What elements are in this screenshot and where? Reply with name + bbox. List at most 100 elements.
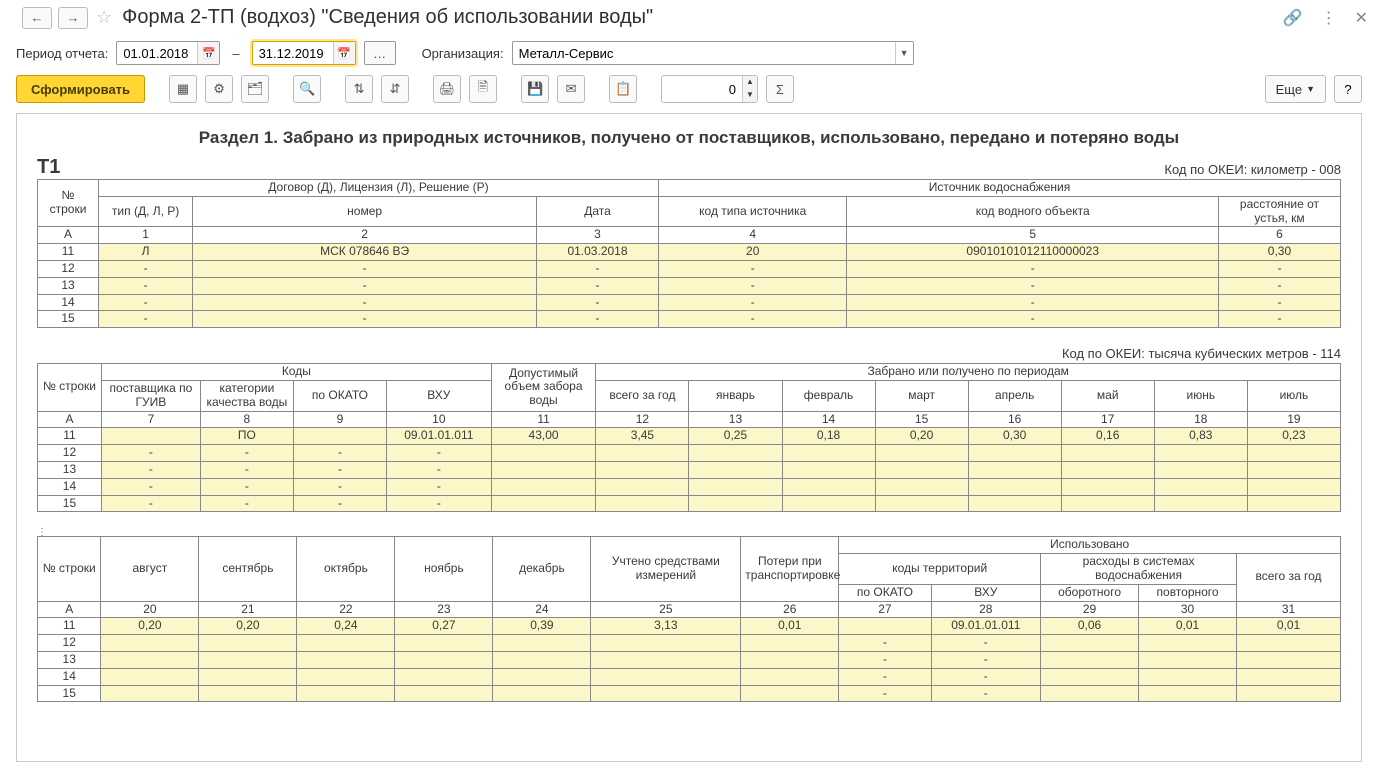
hdr-apr: апрель — [968, 380, 1061, 411]
search-icon[interactable]: 🔍 — [293, 75, 321, 103]
table-row[interactable]: 14---- — [38, 478, 1341, 495]
expand-icon[interactable]: ⇅ — [345, 75, 373, 103]
table-icon[interactable]: ▦ — [169, 75, 197, 103]
close-icon[interactable]: ✕ — [1355, 8, 1368, 28]
table-row[interactable]: 13------ — [38, 277, 1341, 294]
collapse-icon[interactable]: ⇵ — [381, 75, 409, 103]
hdr-mar: март — [875, 380, 968, 411]
hdr-jun: июнь — [1154, 380, 1247, 411]
date-to-input[interactable] — [253, 46, 333, 61]
table-row[interactable]: 11ПО09.01.01.01143,003,450,250,180,200,3… — [38, 428, 1341, 445]
hdr-may: май — [1061, 380, 1154, 411]
okei-2: Код по ОКЕИ: тысяча кубических метров - … — [37, 346, 1341, 361]
hdr-loss: Потери при транспортировке — [741, 537, 839, 601]
calendar-icon[interactable]: 📅 — [197, 42, 219, 64]
hdr-oct: октябрь — [297, 537, 395, 601]
hdr-supplier: поставщика по ГУИВ — [101, 380, 200, 411]
settings-icon[interactable]: ⚙ — [205, 75, 233, 103]
hdr-source: Источник водоснабжения — [658, 180, 1340, 197]
hdr-total: всего за год — [1237, 554, 1341, 601]
hdr-codes: Коды — [101, 364, 491, 381]
hdr-rownum: № строки — [38, 364, 102, 411]
period-picker-button[interactable]: … — [364, 41, 396, 65]
table-1: № строки Договор (Д), Лицензия (Л), Реше… — [37, 179, 1341, 328]
table-row[interactable]: 12-- — [38, 635, 1341, 652]
preview-icon[interactable]: 🗎 — [469, 75, 497, 103]
date-from-field[interactable]: 📅 — [116, 41, 220, 65]
hdr-rownum: № строки — [38, 537, 101, 601]
hdr-measured: Учтено средствами измерений — [591, 537, 741, 601]
table-2: № строки Коды Допустимый объем забора во… — [37, 363, 1341, 512]
favorite-icon[interactable]: ☆ — [96, 7, 112, 28]
okei-1: Код по ОКЕИ: километр - 008 — [1164, 162, 1341, 177]
section-title: Раздел 1. Забрано из природных источнико… — [37, 124, 1341, 156]
table-row[interactable]: 14-- — [38, 668, 1341, 685]
table-code-t1: Т1 — [37, 156, 60, 179]
table-row[interactable]: 13---- — [38, 461, 1341, 478]
hdr-okato: по ОКАТО — [839, 584, 931, 601]
table-row[interactable]: 14------ — [38, 294, 1341, 311]
save-icon[interactable]: 💾 — [521, 75, 549, 103]
col-numbers-row: A 2021 2223 2425 2627 2829 3031 — [38, 601, 1341, 618]
spin-field[interactable]: ▲▼ — [661, 75, 758, 103]
hdr-aug: август — [101, 537, 199, 601]
table-row[interactable]: 12---- — [38, 445, 1341, 462]
more-button[interactable]: Еще▼ — [1265, 75, 1326, 103]
hdr-received: Забрано или получено по периодам — [596, 364, 1341, 381]
hdr-used: Использовано — [839, 537, 1341, 554]
table-row[interactable]: 13-- — [38, 651, 1341, 668]
variants-icon[interactable]: 🗂 — [241, 75, 269, 103]
hdr-number: номер — [193, 196, 537, 227]
hdr-turn: оборотного — [1041, 584, 1139, 601]
hdr-date: Дата — [537, 196, 659, 227]
hdr-srccode: код типа источника — [658, 196, 847, 227]
org-input[interactable] — [513, 46, 895, 61]
table-row[interactable]: 15------ — [38, 311, 1341, 328]
hdr-jan: январь — [689, 380, 782, 411]
sigma-icon[interactable]: Σ — [766, 75, 794, 103]
hdr-okato: по ОКАТО — [293, 380, 386, 411]
help-button[interactable]: ? — [1334, 75, 1362, 103]
hdr-jul: июль — [1247, 380, 1340, 411]
table-row[interactable]: 15---- — [38, 495, 1341, 512]
chevron-down-icon[interactable]: ▼ — [895, 42, 913, 64]
table-row[interactable]: 15-- — [38, 685, 1341, 702]
date-to-field[interactable]: 📅 — [252, 41, 356, 65]
spin-up[interactable]: ▲ — [743, 76, 757, 89]
hdr-terr: коды территорий — [839, 554, 1041, 585]
period-dash: – — [232, 46, 239, 61]
nav-back-button[interactable]: ← — [22, 7, 52, 29]
spin-input[interactable] — [662, 82, 742, 97]
generate-button[interactable]: Сформировать — [16, 75, 145, 103]
period-label: Период отчета: — [16, 46, 108, 61]
print-icon[interactable]: 🖨 — [433, 75, 461, 103]
hdr-allowed: Допустимый объем забора воды — [491, 364, 596, 411]
table-row[interactable]: 11ЛМСК 078646 ВЭ01.03.201820090101010121… — [38, 244, 1341, 261]
nav-fwd-button[interactable]: → — [58, 7, 88, 29]
calendar-icon[interactable]: 📅 — [333, 42, 355, 64]
report-view[interactable]: Раздел 1. Забрано из природных источнико… — [16, 113, 1362, 762]
hdr-qcat: категории качества воды — [200, 380, 293, 411]
toolbar: Сформировать ▦ ⚙ 🗂 🔍 ⇅ ⇵ 🖨 🗎 💾 ✉ 📋 ▲▼ Σ … — [0, 69, 1378, 113]
org-select[interactable]: ▼ — [512, 41, 914, 65]
table-row[interactable]: 12------ — [38, 260, 1341, 277]
hdr-expenses: расходы в системах водоснабжения — [1041, 554, 1237, 585]
hdr-dec: декабрь — [493, 537, 591, 601]
kebab-icon[interactable]: ⋮ — [1321, 8, 1337, 28]
mail-icon[interactable]: ✉ — [557, 75, 585, 103]
hdr-sep: сентябрь — [199, 537, 297, 601]
col-numbers-row: A 78 910 1112 1314 1516 1718 19 — [38, 411, 1341, 428]
titlebar: ← → ☆ Форма 2-ТП (водхоз) "Сведения об и… — [0, 0, 1378, 33]
link-icon[interactable]: 🔗 — [1283, 8, 1303, 28]
hdr-contract: Договор (Д), Лицензия (Л), Решение (Р) — [98, 180, 658, 197]
copy-icon[interactable]: 📋 — [609, 75, 637, 103]
table-3: № строки август сентябрь октябрь ноябрь … — [37, 536, 1341, 702]
hdr-type: тип (Д, Л, Р) — [98, 196, 192, 227]
date-from-input[interactable] — [117, 46, 197, 61]
page-title: Форма 2-ТП (водхоз) "Сведения об использ… — [122, 6, 653, 29]
spin-down[interactable]: ▼ — [743, 89, 757, 102]
hdr-rownum: № строки — [38, 180, 99, 227]
hdr-vhu: ВХУ — [386, 380, 491, 411]
hdr-dist: расстояние от устья, км — [1218, 196, 1340, 227]
table-row[interactable]: 110,200,200,240,270,393,130,0109.01.01.0… — [38, 618, 1341, 635]
